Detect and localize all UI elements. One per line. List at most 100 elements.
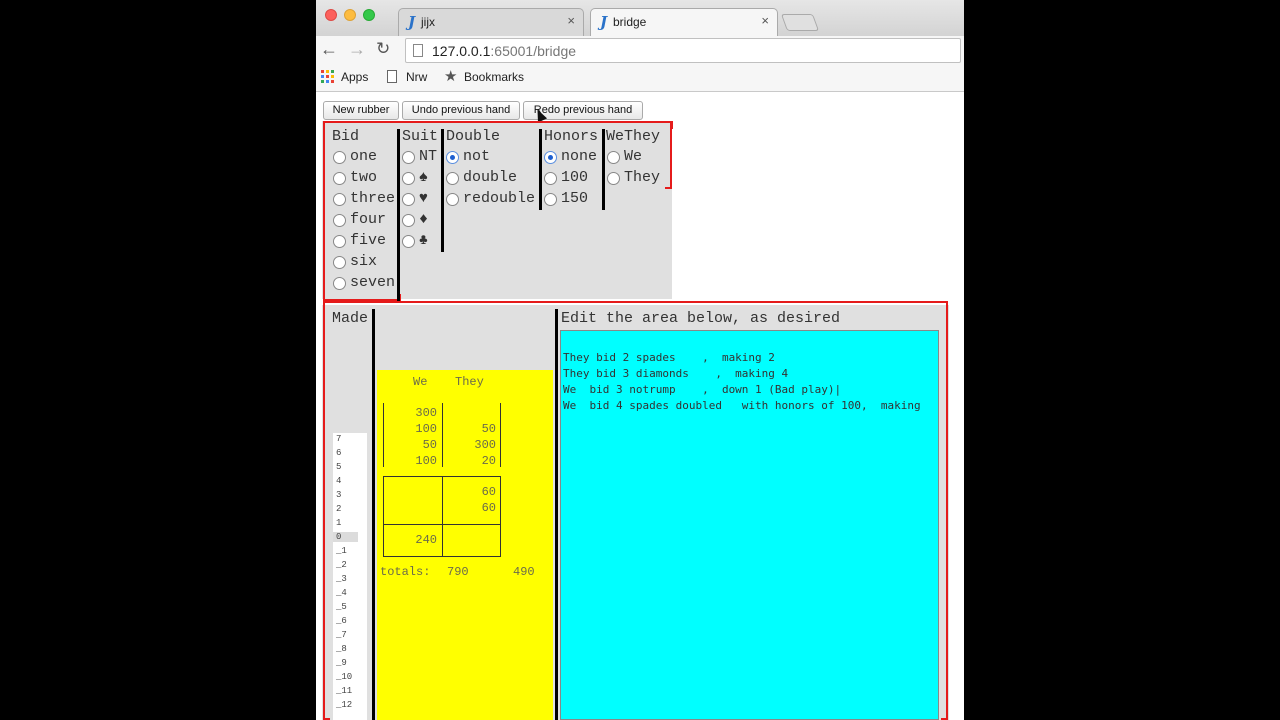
forward-arrow-icon[interactable]: →	[348, 39, 366, 60]
frame-outline	[323, 301, 330, 720]
made-option[interactable]: 6	[336, 448, 341, 458]
back-arrow-icon[interactable]: ←	[320, 39, 338, 60]
made-option[interactable]: 5	[336, 462, 341, 472]
new-tab-button[interactable]	[780, 14, 820, 31]
radio-button[interactable]	[402, 235, 415, 248]
radio-button[interactable]	[333, 193, 346, 206]
frame-outline	[323, 294, 401, 301]
frame-outline	[941, 301, 948, 720]
bid-header: Bid	[332, 128, 360, 145]
spade-icon: ♠	[419, 169, 429, 186]
radio-button-selected[interactable]	[446, 151, 459, 164]
radio-button-selected[interactable]	[544, 151, 557, 164]
zoom-window-button[interactable]	[363, 9, 375, 21]
close-window-button[interactable]	[325, 9, 337, 21]
made-option[interactable]: 7	[336, 434, 341, 444]
made-option[interactable]: _5	[336, 602, 347, 612]
apps-grid-icon[interactable]	[321, 70, 334, 83]
radio-button[interactable]	[333, 214, 346, 227]
made-option[interactable]: 4	[336, 476, 341, 486]
new-rubber-button[interactable]: New rubber	[323, 101, 399, 120]
made-option[interactable]: _11	[336, 686, 352, 696]
scoresheet: We They 300 100 50 100 50 300 20 60 60 2…	[377, 370, 553, 720]
below-they-score: 60	[481, 485, 496, 499]
made-option[interactable]: _12	[336, 700, 352, 710]
radio-button[interactable]	[607, 172, 620, 185]
radio-button[interactable]	[402, 193, 415, 206]
above-they-score: 50	[481, 422, 496, 436]
score-header-they: They	[455, 375, 484, 389]
radio-button[interactable]	[607, 151, 620, 164]
tab-title: jijx	[421, 15, 435, 29]
made-listbox[interactable]: 7 6 5 4 3 2 1 0 _1 _2 _3 _4 _5 _6 _7 _8 …	[333, 433, 367, 720]
club-icon: ♣	[419, 232, 429, 249]
made-option[interactable]: _9	[336, 658, 347, 668]
hand-log-line: We bid 3 notrump , down 1 (Bad play)|	[563, 383, 842, 396]
above-they-score: 20	[481, 454, 496, 468]
score-rule	[500, 403, 501, 467]
score-rule	[383, 403, 384, 467]
tab-close-icon[interactable]: ×	[761, 13, 769, 28]
hand-log-line: They bid 3 diamonds , making 4	[563, 367, 789, 380]
tab-jijx[interactable]: J jijx ×	[398, 8, 584, 36]
above-we-score: 50	[422, 438, 437, 452]
browser-toolbar: ← → ↻ 127.0.0.1:65001/bridge	[316, 36, 964, 65]
made-option[interactable]: _7	[336, 630, 347, 640]
column-divider	[602, 129, 605, 210]
honors-header: Honors	[544, 128, 599, 145]
made-option[interactable]: _10	[336, 672, 352, 682]
score-rule	[500, 476, 501, 557]
radio-button[interactable]	[544, 193, 557, 206]
above-we-score: 300	[415, 406, 437, 420]
made-option[interactable]: _3	[336, 574, 347, 584]
made-option[interactable]: _1	[336, 546, 347, 556]
below-we-score: 240	[415, 533, 437, 547]
above-they-score: 300	[474, 438, 496, 452]
radio-button[interactable]	[402, 151, 415, 164]
radio-button[interactable]	[333, 277, 346, 290]
reload-icon[interactable]: ↻	[376, 39, 390, 59]
radio-button[interactable]	[333, 256, 346, 269]
document-icon	[387, 70, 397, 83]
j-favicon-icon: J	[600, 13, 608, 31]
column-divider	[555, 309, 558, 720]
made-option-selected[interactable]: 0	[333, 532, 358, 542]
star-icon: ★	[444, 68, 458, 85]
below-they-score: 60	[481, 501, 496, 515]
made-option[interactable]: _8	[336, 644, 347, 654]
radio-button[interactable]	[446, 193, 459, 206]
made-option[interactable]: 1	[336, 518, 341, 528]
score-rule	[442, 476, 443, 557]
made-option[interactable]: _4	[336, 588, 347, 598]
radio-button[interactable]	[446, 172, 459, 185]
column-divider	[441, 129, 444, 252]
bookmark-nrw[interactable]: Nrw	[406, 70, 427, 84]
radio-button[interactable]	[333, 235, 346, 248]
minimize-window-button[interactable]	[344, 9, 356, 21]
radio-button[interactable]	[333, 151, 346, 164]
made-option[interactable]: _6	[336, 616, 347, 626]
score-header-we: We	[413, 375, 428, 389]
page-icon	[413, 44, 423, 57]
made-option[interactable]: 3	[336, 490, 341, 500]
address-bar[interactable]: 127.0.0.1:65001/bridge	[405, 38, 961, 63]
above-we-score: 100	[415, 422, 437, 436]
bookmark-apps[interactable]: Apps	[341, 70, 368, 84]
made-option[interactable]: 2	[336, 504, 341, 514]
edit-area-header: Edit the area below, as desired	[561, 310, 841, 327]
hand-log-textarea[interactable]: They bid 2 spades , making 2 They bid 3 …	[560, 330, 939, 720]
heart-icon: ♥	[419, 190, 429, 207]
radio-button[interactable]	[333, 172, 346, 185]
radio-button[interactable]	[544, 172, 557, 185]
undo-previous-hand-button[interactable]: Undo previous hand	[402, 101, 520, 120]
bookmark-bookmarks[interactable]: Bookmarks	[464, 70, 524, 84]
bookmarks-bar: Apps Nrw ★ Bookmarks	[316, 65, 964, 92]
frame-outline	[665, 121, 672, 189]
tab-bridge[interactable]: J bridge ×	[590, 8, 778, 37]
radio-button[interactable]	[402, 172, 415, 185]
tab-close-icon[interactable]: ×	[567, 13, 575, 28]
radio-button[interactable]	[402, 214, 415, 227]
diamond-icon: ♦	[419, 211, 429, 228]
column-divider	[397, 129, 400, 301]
made-option[interactable]: _2	[336, 560, 347, 570]
